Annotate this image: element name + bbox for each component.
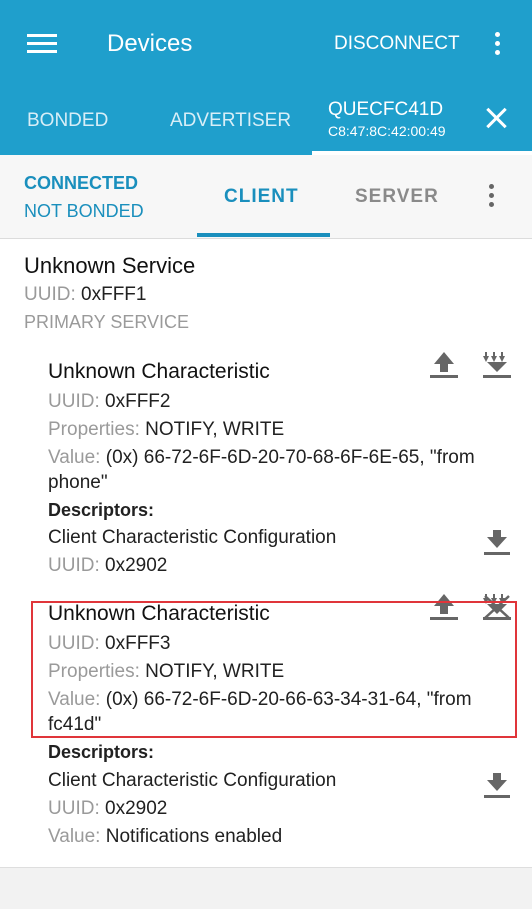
characteristic-value-row: Value: (0x) 66-72-6F-6D-20-70-68-6F-6E-6… bbox=[48, 447, 475, 469]
properties-label: Properties: bbox=[48, 419, 140, 440]
app-bar: Devices DISCONNECT BONDED ADVERTISER QUE… bbox=[0, 0, 532, 155]
uuid-label: UUID: bbox=[24, 284, 76, 305]
tab-client[interactable]: CLIENT bbox=[224, 186, 299, 208]
descriptor-uuid: 0x2902 bbox=[105, 798, 168, 819]
characteristic-uuid: 0xFFF2 bbox=[105, 391, 171, 412]
descriptor-value: Notifications enabled bbox=[105, 826, 283, 847]
tab-server[interactable]: SERVER bbox=[355, 186, 439, 208]
characteristic-properties: NOTIFY, WRITE bbox=[145, 419, 285, 440]
disconnect-button[interactable]: DISCONNECT bbox=[334, 33, 460, 55]
tab-device-name[interactable]: QUECFC41D bbox=[328, 99, 443, 121]
value-label: Value: bbox=[48, 447, 101, 468]
page-title: Devices bbox=[107, 30, 193, 57]
descriptor-uuid-row: UUID: 0x2902 bbox=[48, 798, 167, 820]
uuid-label: UUID: bbox=[48, 798, 100, 819]
service-uuid-row: UUID: 0xFFF1 bbox=[24, 284, 146, 306]
highlight-box bbox=[31, 601, 517, 738]
more-vert-icon[interactable] bbox=[487, 30, 507, 58]
connection-bar: CONNECTED NOT BONDED CLIENT SERVER bbox=[0, 155, 532, 239]
characteristic-name[interactable]: Unknown Characteristic bbox=[48, 360, 270, 384]
tab-advertiser[interactable]: ADVERTISER bbox=[170, 110, 291, 132]
uuid-label: UUID: bbox=[48, 555, 100, 576]
service-name[interactable]: Unknown Service bbox=[24, 253, 195, 279]
download-icon[interactable] bbox=[482, 528, 512, 558]
service-uuid: 0xFFF1 bbox=[81, 284, 147, 305]
client-tab-indicator bbox=[197, 233, 330, 237]
close-icon[interactable] bbox=[483, 105, 509, 131]
descriptor-name[interactable]: Client Characteristic Configuration bbox=[48, 527, 336, 549]
connection-status: CONNECTED bbox=[24, 173, 139, 193]
tab-bonded[interactable]: BONDED bbox=[27, 110, 108, 132]
descriptor-value-row: Value: Notifications enabled bbox=[48, 826, 282, 848]
menu-icon[interactable] bbox=[27, 34, 57, 54]
upload-icon[interactable] bbox=[428, 350, 460, 380]
descriptor-uuid: 0x2902 bbox=[105, 555, 168, 576]
characteristic-value: (0x) 66-72-6F-6D-20-70-68-6F-6E-65, "fro… bbox=[105, 447, 475, 468]
descriptors-heading: Descriptors: bbox=[48, 500, 155, 520]
download-icon[interactable] bbox=[482, 771, 512, 801]
more-vert-icon[interactable] bbox=[481, 182, 501, 210]
bond-status: NOT BONDED bbox=[24, 201, 144, 221]
service-type: PRIMARY SERVICE bbox=[24, 312, 190, 332]
descriptor-name[interactable]: Client Characteristic Configuration bbox=[48, 770, 336, 792]
tab-device-address: C8:47:8C:42:00:49 bbox=[328, 123, 446, 139]
value-label: Value: bbox=[48, 826, 101, 847]
characteristic-value-continued: phone" bbox=[48, 472, 108, 493]
descriptor-uuid-row: UUID: 0x2902 bbox=[48, 555, 167, 577]
characteristic-uuid-row: UUID: 0xFFF2 bbox=[48, 391, 170, 413]
characteristic-properties-row: Properties: NOTIFY, WRITE bbox=[48, 419, 284, 441]
uuid-label: UUID: bbox=[48, 391, 100, 412]
descriptors-heading: Descriptors: bbox=[48, 742, 155, 762]
notify-multiple-icon[interactable] bbox=[481, 350, 513, 380]
